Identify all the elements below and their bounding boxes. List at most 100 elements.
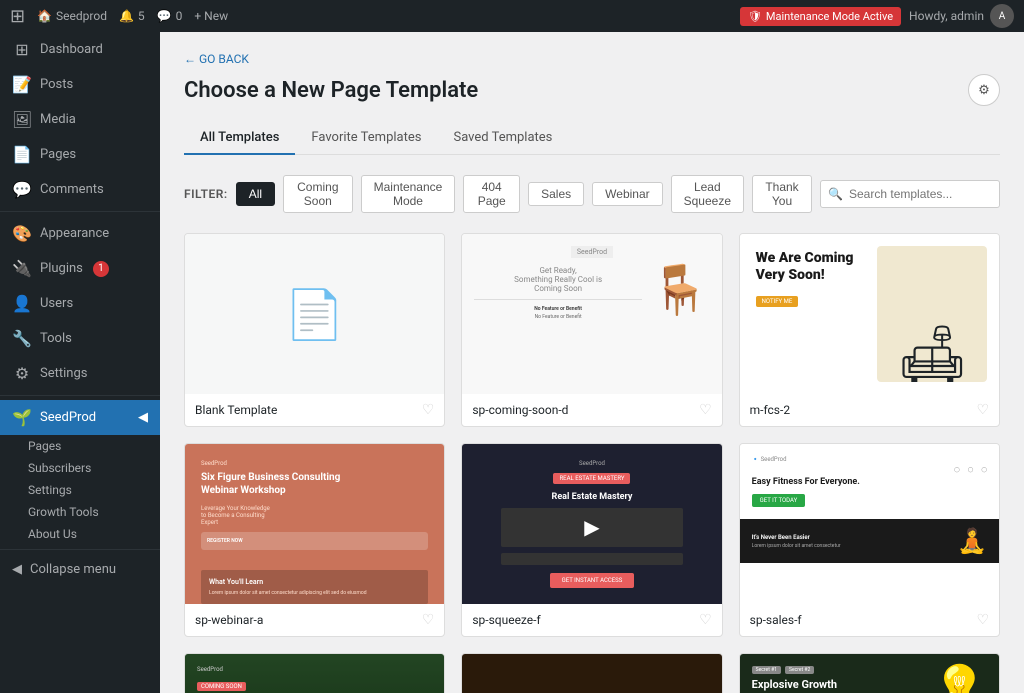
template-name-label: sp-coming-soon-d [472,403,568,417]
preview-section: What You'll Learn Lorem ipsum dolor sit … [201,570,428,604]
preview-logo: SeedProd [571,246,613,258]
preview-cta: GET INSTANT ACCESS [550,573,635,588]
template-preview: SeedProd Get Ready,Something Really Cool… [462,234,721,394]
sidebar-item-pages[interactable]: 📄 Pages [0,137,160,172]
sidebar-sub-growth-tools[interactable]: Growth Tools [0,501,160,523]
sidebar-item-posts[interactable]: 📝 Posts [0,67,160,102]
dashboard-icon: ⊞ [12,40,32,59]
sidebar-sub-subscribers[interactable]: Subscribers [0,457,160,479]
sidebar-sub-settings[interactable]: Settings [0,479,160,501]
favorite-icon[interactable]: ♡ [976,612,989,628]
sidebar-item-seedprod[interactable]: 🌱 SeedProd ◀ [0,400,160,435]
template-preview: We Are Coming Very Soon! NOTIFY ME 🛋 [740,234,999,394]
tab-all-templates[interactable]: All Templates [184,122,295,155]
template-card-webinar-a[interactable]: SeedProd Six Figure Business ConsultingW… [184,443,445,637]
template-card-growth[interactable]: Secret #1 Secret #2 Explosive GrowthHack… [739,653,1000,693]
filter-webinar[interactable]: Webinar [592,182,662,206]
sidebar-item-tools[interactable]: 🔧 Tools [0,321,160,356]
sidebar-item-users[interactable]: 👤 Users [0,286,160,321]
collapse-label: Collapse menu [30,562,116,577]
favorite-icon[interactable]: ♡ [422,612,435,628]
avatar: A [990,4,1014,28]
wp-logo-icon[interactable]: ⊞ [10,6,25,27]
filter-maintenance[interactable]: Maintenance Mode [361,175,456,213]
sidebar-item-plugins[interactable]: 🔌 Plugins 1 [0,251,160,286]
collapse-menu-button[interactable]: ◀ Collapse menu [0,554,160,585]
template-grid: 📄 Blank Template ♡ SeedProd Get Rea [184,233,1000,693]
preview-input [501,553,683,565]
template-name-row: sp-sales-f ♡ [740,604,999,636]
site-name[interactable]: 🏠 Seedprod [37,9,107,23]
filter-lead-squeeze[interactable]: Lead Squeeze [671,175,744,213]
tab-saved-templates[interactable]: Saved Templates [437,122,568,155]
sidebar-item-appearance[interactable]: 🎨 Appearance [0,216,160,251]
template-thumb: SeedProd REAL ESTATE MASTERY Real Estate… [462,444,721,604]
template-thumb: We Are Coming Very Soon! NOTIFY ME 🛋 [740,234,999,394]
sidebar-item-comments[interactable]: 💬 Comments [0,172,160,207]
tab-favorite-templates[interactable]: Favorite Templates [295,122,437,155]
sidebar-item-dashboard[interactable]: ⊞ Dashboard [0,32,160,67]
admin-bar: ⊞ 🏠 Seedprod 🔔 5 💬 0 + New 🛡 Maintenance… [0,0,1024,32]
filter-label: FILTER: [184,187,228,201]
template-card-travel[interactable]: SeedProd COMING SOON A Escape and LiveTh… [184,653,445,693]
sidebar-item-settings[interactable]: ⚙ Settings [0,356,160,391]
collapse-icon: ◀ [12,562,22,577]
preview-title: Six Figure Business ConsultingWebinar Wo… [201,471,428,497]
filter-coming-soon[interactable]: Coming Soon [283,175,353,213]
template-name-row: sp-webinar-a ♡ [185,604,444,636]
favorite-icon[interactable]: ♡ [699,612,712,628]
template-card-blank[interactable]: 📄 Blank Template ♡ [184,233,445,427]
search-box: 🔍 [820,180,1000,208]
sidebar-sub-pages[interactable]: Pages [0,435,160,457]
preview-title: Explosive GrowthHacking 101 [752,678,925,693]
preview-badge: REAL ESTATE MASTERY [553,473,630,484]
template-thumb: 🔹 SeedProd ◯◯◯ Easy Fitness For Everyone… [740,444,999,604]
settings-icon-button[interactable]: ⚙ [968,74,1000,106]
favorite-icon[interactable]: ♡ [976,402,989,418]
preview-sofa-icon: 🛋 [897,326,968,382]
sidebar-item-media[interactable]: 🖼 Media [0,102,160,137]
filter-sales[interactable]: Sales [528,182,584,206]
preview-logo: SeedProd [201,460,428,467]
preview-person-icon: 🧘 [957,527,987,555]
template-card-m-fcs-2[interactable]: We Are Coming Very Soon! NOTIFY ME 🛋 m-f… [739,233,1000,427]
template-name-row: sp-coming-soon-d ♡ [462,394,721,426]
template-card-squeeze-f[interactable]: SeedProd REAL ESTATE MASTERY Real Estate… [461,443,722,637]
preview-logo: SeedProd [197,666,432,673]
filter-all[interactable]: All [236,182,275,206]
filter-thank-you[interactable]: Thank You [752,175,812,213]
preview-lamp-icon: 💡 [932,666,987,693]
filter-bar: FILTER: All Coming Soon Maintenance Mode… [184,175,1000,213]
sidebar-item-label: Tools [40,331,72,346]
template-name-label: sp-squeeze-f [472,613,540,627]
comments-count[interactable]: 💬 0 [157,9,183,23]
notif-count[interactable]: 🔔 5 [119,9,145,23]
template-name-label: m-fcs-2 [750,403,790,417]
preview-section-text: Lorem ipsum dolor sit amet consectetur a… [209,590,420,596]
new-button[interactable]: + New [194,9,228,23]
comments-icon: 💬 [12,180,32,199]
template-name-row: Blank Template ♡ [185,394,444,426]
media-icon: 🖼 [12,110,32,129]
preview-dark-title: It's Never Been Easier [752,534,949,541]
back-link[interactable]: ← GO BACK [184,52,249,66]
sidebar-sub-about-us[interactable]: About Us [0,523,160,545]
pages-icon: 📄 [12,145,32,164]
preview-content: SeedProd COMING SOON A Escape and LiveTh… [197,666,432,693]
search-input[interactable] [820,180,1000,208]
sidebar-item-label: Appearance [40,226,109,241]
sidebar-item-label: Pages [40,147,76,162]
template-card-sales-f[interactable]: 🔹 SeedProd ◯◯◯ Easy Fitness For Everyone… [739,443,1000,637]
favorite-icon[interactable]: ♡ [422,402,435,418]
filter-404[interactable]: 404 Page [463,175,520,213]
template-thumb: Secret #1 Secret #2 Explosive GrowthHack… [740,654,999,693]
users-icon: 👤 [12,294,32,313]
settings-icon: ⚙ [12,364,32,383]
template-preview: SeedProd COMING SOON A Escape and LiveTh… [185,654,444,693]
preview-cta: REGISTER NOW [207,538,422,544]
favorite-icon[interactable]: ♡ [699,402,712,418]
template-card-coming-soon-d[interactable]: SeedProd Get Ready,Something Really Cool… [461,233,722,427]
template-card-keto[interactable]: 🔹 SeedProd Beginner's Guide to Keto Ever… [461,653,722,693]
page-header: Choose a New Page Template ⚙ [184,74,1000,106]
appearance-icon: 🎨 [12,224,32,243]
